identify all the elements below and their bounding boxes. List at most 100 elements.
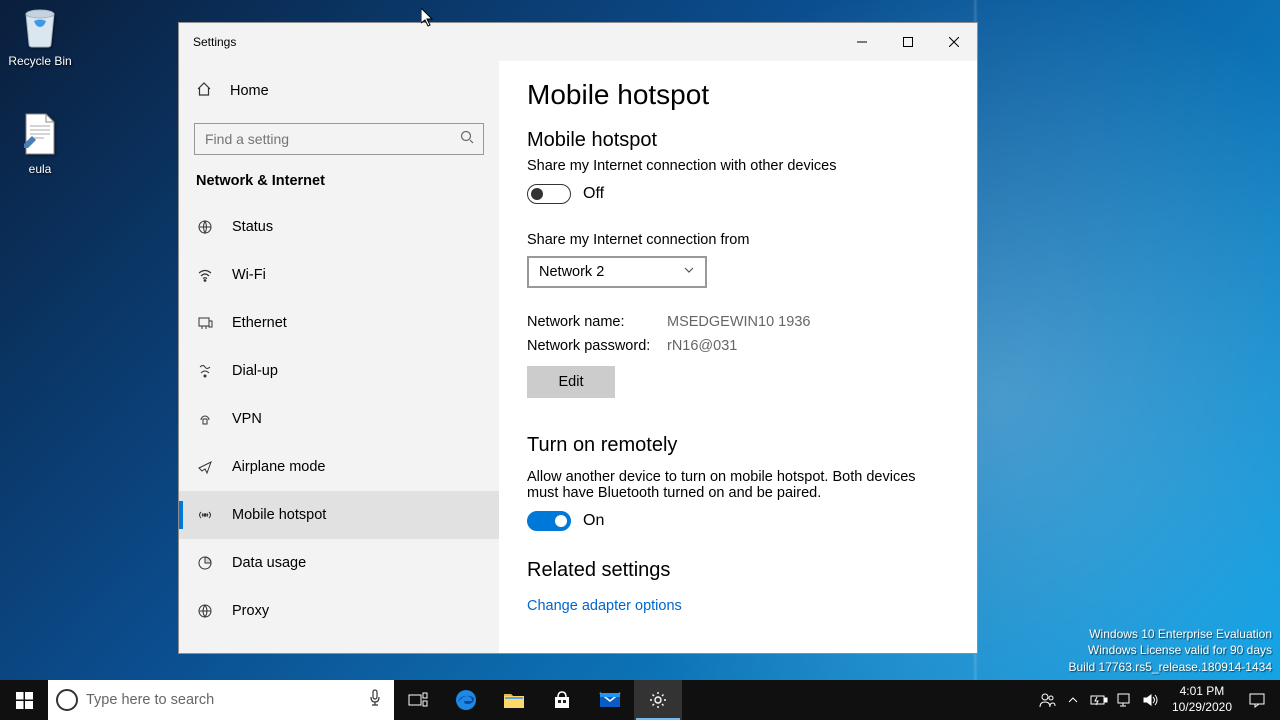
nav-label: Airplane mode bbox=[232, 459, 326, 475]
category-title: Network & Internet bbox=[179, 173, 499, 203]
nav-item-data-usage[interactable]: Data usage bbox=[179, 539, 499, 587]
status-icon bbox=[196, 219, 214, 235]
nav-item-proxy[interactable]: Proxy bbox=[179, 587, 499, 635]
tray-network[interactable] bbox=[1112, 680, 1138, 720]
taskbar-clock[interactable]: 4:01 PM 10/29/2020 bbox=[1164, 684, 1240, 715]
minimize-button[interactable] bbox=[839, 23, 885, 61]
nav-item-wifi[interactable]: Wi-Fi bbox=[179, 251, 499, 299]
hotspot-toggle[interactable] bbox=[527, 184, 571, 204]
desktop: Recycle Bin eula Windows 10 Enterprise E… bbox=[0, 0, 1280, 720]
clock-time: 4:01 PM bbox=[1172, 684, 1232, 700]
nav-label: Dial-up bbox=[232, 363, 278, 379]
action-center[interactable] bbox=[1240, 680, 1274, 720]
home-label: Home bbox=[230, 83, 269, 99]
airplane-icon bbox=[196, 459, 214, 475]
settings-window: Settings Home Network & Inter bbox=[178, 22, 978, 654]
edge-icon bbox=[454, 688, 478, 712]
taskbar-mail[interactable] bbox=[586, 680, 634, 720]
content-pane: Mobile hotspot Mobile hotspot Share my I… bbox=[499, 61, 977, 653]
tray-chevron-up[interactable] bbox=[1060, 680, 1086, 720]
nav-item-status[interactable]: Status bbox=[179, 203, 499, 251]
nav-label: Ethernet bbox=[232, 315, 287, 331]
maximize-button[interactable] bbox=[885, 23, 931, 61]
tray-volume[interactable] bbox=[1138, 680, 1164, 720]
search-icon bbox=[460, 130, 474, 149]
nav-label: Data usage bbox=[232, 555, 306, 571]
nav-item-vpn[interactable]: VPN bbox=[179, 395, 499, 443]
network-name-label: Network name: bbox=[527, 314, 667, 330]
start-button[interactable] bbox=[0, 680, 48, 720]
desktop-icon-label: Recycle Bin bbox=[2, 54, 78, 68]
tray-people[interactable] bbox=[1034, 680, 1060, 720]
network-password-label: Network password: bbox=[527, 338, 667, 354]
remote-toggle[interactable] bbox=[527, 511, 571, 531]
folder-icon bbox=[503, 691, 525, 709]
taskbar-settings[interactable] bbox=[634, 680, 682, 720]
watermark-line: Windows 10 Enterprise Evaluation bbox=[1069, 626, 1273, 643]
home-button[interactable]: Home bbox=[179, 69, 499, 113]
window-title: Settings bbox=[179, 35, 236, 49]
mouse-cursor bbox=[421, 8, 435, 28]
taskbar-explorer[interactable] bbox=[490, 680, 538, 720]
titlebar[interactable]: Settings bbox=[179, 23, 977, 61]
section-title-hotspot: Mobile hotspot bbox=[527, 129, 949, 152]
nav-item-dialup[interactable]: Dial-up bbox=[179, 347, 499, 395]
nav-label: Mobile hotspot bbox=[232, 507, 326, 523]
select-value: Network 2 bbox=[539, 264, 604, 280]
network-password-value: rN16@031 bbox=[667, 338, 737, 354]
task-view-button[interactable] bbox=[394, 680, 442, 720]
tray-battery[interactable] bbox=[1086, 680, 1112, 720]
toggle-state: On bbox=[583, 512, 604, 530]
windows-logo-icon bbox=[16, 692, 33, 709]
store-icon bbox=[552, 690, 572, 710]
data-usage-icon bbox=[196, 555, 214, 571]
nav-item-mobile-hotspot[interactable]: Mobile hotspot bbox=[179, 491, 499, 539]
section-desc: Share my Internet connection with other … bbox=[527, 158, 949, 174]
chevron-down-icon bbox=[683, 264, 695, 280]
taskbar-store[interactable] bbox=[538, 680, 586, 720]
section-desc-remote: Allow another device to turn on mobile h… bbox=[527, 469, 947, 501]
desktop-icon-recycle-bin[interactable]: Recycle Bin bbox=[2, 2, 78, 68]
nav-item-airplane[interactable]: Airplane mode bbox=[179, 443, 499, 491]
clock-date: 10/29/2020 bbox=[1172, 700, 1232, 716]
section-title-related: Related settings bbox=[527, 559, 949, 582]
ethernet-icon bbox=[196, 315, 214, 331]
wifi-icon bbox=[196, 267, 214, 283]
gear-icon bbox=[648, 690, 668, 710]
search-box[interactable] bbox=[194, 123, 484, 155]
mail-icon bbox=[599, 692, 621, 708]
taskbar-search[interactable]: Type here to search bbox=[48, 680, 394, 720]
cortana-icon bbox=[56, 689, 78, 711]
mic-icon bbox=[368, 689, 382, 712]
nav-item-ethernet[interactable]: Ethernet bbox=[179, 299, 499, 347]
proxy-icon bbox=[196, 603, 214, 619]
section-title-remote: Turn on remotely bbox=[527, 434, 949, 457]
nav-label: VPN bbox=[232, 411, 262, 427]
change-adapter-link[interactable]: Change adapter options bbox=[527, 598, 682, 614]
vpn-icon bbox=[196, 411, 214, 427]
nav-label: Status bbox=[232, 219, 273, 235]
system-tray: 4:01 PM 10/29/2020 bbox=[1034, 680, 1280, 720]
recycle-bin-icon bbox=[16, 2, 64, 50]
toggle-state: Off bbox=[583, 185, 604, 203]
watermark-line: Build 17763.rs5_release.180914-1434 bbox=[1069, 659, 1273, 676]
taskbar-edge[interactable] bbox=[442, 680, 490, 720]
desktop-icon-label: eula bbox=[2, 162, 78, 176]
edit-button[interactable]: Edit bbox=[527, 366, 615, 398]
watermark-line: Windows License valid for 90 days bbox=[1069, 642, 1273, 659]
sidebar: Home Network & Internet Status Wi-Fi bbox=[179, 61, 499, 653]
nav-label: Proxy bbox=[232, 603, 269, 619]
share-from-label: Share my Internet connection from bbox=[527, 232, 949, 248]
nav-label: Wi-Fi bbox=[232, 267, 266, 283]
page-title: Mobile hotspot bbox=[527, 79, 949, 111]
home-icon bbox=[196, 81, 212, 101]
hotspot-icon bbox=[196, 507, 214, 523]
desktop-icon-eula[interactable]: eula bbox=[2, 110, 78, 176]
share-from-select[interactable]: Network 2 bbox=[527, 256, 707, 288]
close-button[interactable] bbox=[931, 23, 977, 61]
network-name-value: MSEDGEWIN10 1936 bbox=[667, 314, 810, 330]
search-input[interactable] bbox=[194, 123, 484, 155]
dialup-icon bbox=[196, 363, 214, 379]
taskbar: Type here to search 4:01 PM 10/29/2020 bbox=[0, 680, 1280, 720]
watermark: Windows 10 Enterprise Evaluation Windows… bbox=[1069, 626, 1273, 676]
